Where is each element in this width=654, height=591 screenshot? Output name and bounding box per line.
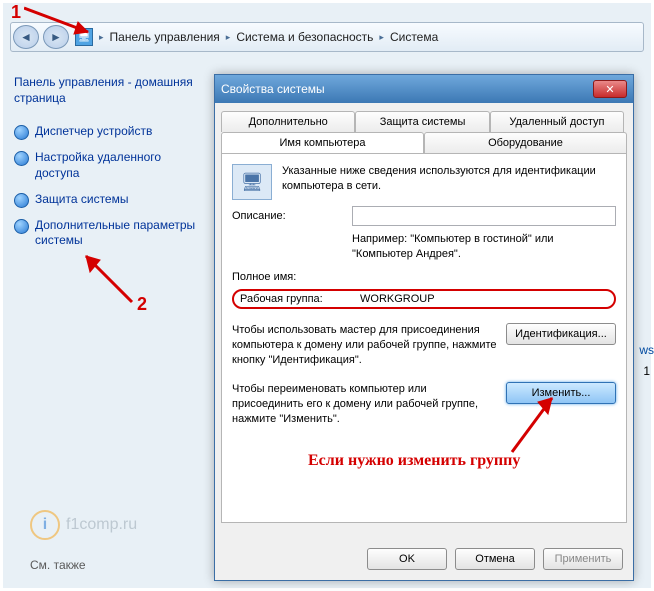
address-bar: ◄ ► 🖥 ▸ Панель управления ▸ Система и бе… (10, 22, 644, 52)
apply-button[interactable]: Применить (543, 548, 623, 570)
tab-strip: Дополнительно Защита системы Удаленный д… (221, 111, 627, 153)
dialog-button-row: OK Отмена Применить (367, 548, 623, 570)
tab-advanced[interactable]: Дополнительно (221, 111, 355, 132)
identify-text: Чтобы использовать мастер для присоедине… (232, 323, 506, 368)
breadcrumb-system[interactable]: Система (386, 30, 442, 44)
sidebar-advanced-settings[interactable]: Дополнительные параметры системы (14, 218, 204, 249)
cancel-button[interactable]: Отмена (455, 548, 535, 570)
annotation-arrow-3 (482, 388, 572, 458)
shield-icon (14, 151, 29, 166)
see-also-label: См. также (30, 558, 86, 572)
annotation-hint-text: Если нужно изменить группу (308, 452, 520, 470)
chevron-right-icon: ▸ (224, 32, 233, 43)
fullname-row: Полное имя: (232, 271, 616, 283)
chevron-right-icon: ▸ (377, 32, 386, 43)
sidebar-item-label: Защита системы (35, 192, 128, 208)
sidebar-system-protection[interactable]: Защита системы (14, 192, 204, 208)
computer-icon: 🖥 (232, 164, 272, 200)
sidebar-device-manager[interactable]: Диспетчер устройств (14, 124, 204, 140)
fullname-label: Полное имя: (232, 271, 352, 283)
control-panel-home-link[interactable]: Панель управления - домашняя страница (14, 74, 204, 106)
sidebar-remote-settings[interactable]: Настройка удаленного доступа (14, 150, 204, 181)
workgroup-value: WORKGROUP (360, 293, 435, 305)
sidebar-item-label: Диспетчер устройств (35, 124, 152, 140)
tab-computer-name[interactable]: Имя компьютера (221, 132, 424, 153)
sidebar-item-label: Настройка удаленного доступа (35, 150, 204, 181)
change-text: Чтобы переименовать компьютер или присое… (232, 382, 506, 427)
sidebar-item-label: Дополнительные параметры системы (35, 218, 204, 249)
sidebar: Панель управления - домашняя страница Ди… (14, 74, 204, 259)
shield-icon (14, 219, 29, 234)
workgroup-label: Рабочая группа: (240, 293, 360, 305)
watermark-logo: i (30, 510, 60, 540)
annotation-arrow-2 (74, 248, 144, 308)
annotation-number-1: 1 (6, 2, 26, 22)
close-button[interactable]: ✕ (593, 80, 627, 98)
cropped-text-ws: ws (639, 343, 654, 357)
tab-hardware[interactable]: Оборудование (424, 132, 627, 153)
ok-button[interactable]: OK (367, 548, 447, 570)
system-properties-dialog: Свойства системы ✕ Дополнительно Защита … (214, 74, 634, 581)
watermark-text: f1comp.ru (66, 516, 137, 534)
cropped-text-1: 1 (643, 364, 650, 378)
dialog-titlebar[interactable]: Свойства системы ✕ (215, 75, 633, 103)
shield-icon (14, 125, 29, 140)
breadcrumb-control-panel[interactable]: Панель управления (106, 30, 224, 44)
description-row: Описание: (232, 206, 616, 226)
description-label: Описание: (232, 210, 352, 222)
description-example: Например: "Компьютер в гостиной" или "Ко… (352, 232, 616, 262)
tab-remote[interactable]: Удаленный доступ (490, 111, 624, 132)
watermark: i f1comp.ru (30, 510, 137, 540)
identify-button[interactable]: Идентификация... (506, 323, 616, 345)
annotation-arrow-1 (24, 4, 104, 40)
breadcrumb-system-security[interactable]: Система и безопасность (232, 30, 377, 44)
tab-system-protection[interactable]: Защита системы (355, 111, 489, 132)
intro-text: Указанные ниже сведения используются для… (282, 164, 616, 194)
shield-icon (14, 193, 29, 208)
description-input[interactable] (352, 206, 616, 226)
identify-section: Чтобы использовать мастер для присоедине… (232, 323, 616, 368)
workgroup-highlight: Рабочая группа: WORKGROUP (232, 289, 616, 309)
dialog-title: Свойства системы (221, 82, 593, 96)
